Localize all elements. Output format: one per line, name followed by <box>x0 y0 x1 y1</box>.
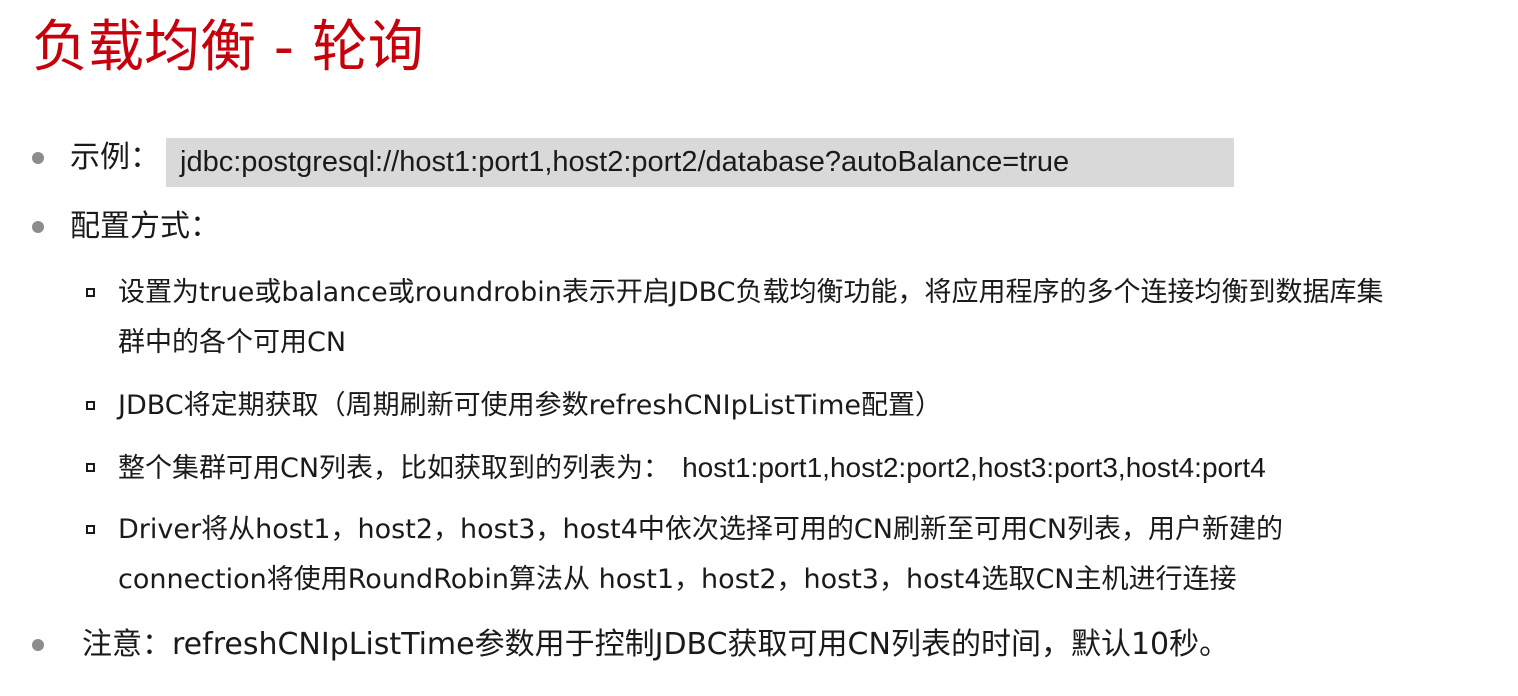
bullet-dot <box>32 639 44 651</box>
page-title: 负载均衡 - 轮询 <box>32 15 424 80</box>
config-item-3-text: 整个集群可用CN列表，比如获取到的列表为： <box>118 453 671 484</box>
sub-bullet-square <box>86 525 95 534</box>
config-item-1-line-1: 设置为true或balance或roundrobin表示开启JDBC负载均衡功能… <box>118 277 1384 308</box>
bullet-dot <box>32 152 44 164</box>
config-item-4-line-1: Driver将从host1，host2，host3，host4中依次选择可用的C… <box>118 514 1284 545</box>
config-item-1-line-2: 群中的各个可用CN <box>118 327 347 358</box>
config-item-3-code: host1:port1,host2:port2,host3:port3,host… <box>682 452 1266 483</box>
bullet-dot <box>32 221 44 233</box>
example-code: jdbc:postgresql://host1:port1,host2:port… <box>180 146 1070 178</box>
example-label: 示例： <box>70 140 160 175</box>
config-item-2-line-1: JDBC将定期获取（周期刷新可使用参数refreshCNIpListTime配置… <box>118 390 943 421</box>
sub-bullet-square <box>86 401 95 410</box>
config-item-3: 整个集群可用CN列表，比如获取到的列表为： host1:port1,host2:p… <box>118 443 1266 493</box>
sub-bullet-square <box>86 463 95 472</box>
config-item-4-line-2: connection将使用RoundRobin算法从 host1，host2，h… <box>118 564 1237 595</box>
config-label: 配置方式： <box>70 209 220 244</box>
example-code-box: jdbc:postgresql://host1:port1,host2:port… <box>166 138 1234 187</box>
note-text: 注意：refreshCNIpListTime参数用于控制JDBC获取可用CN列表… <box>82 627 1230 662</box>
sub-bullet-square <box>86 288 95 297</box>
